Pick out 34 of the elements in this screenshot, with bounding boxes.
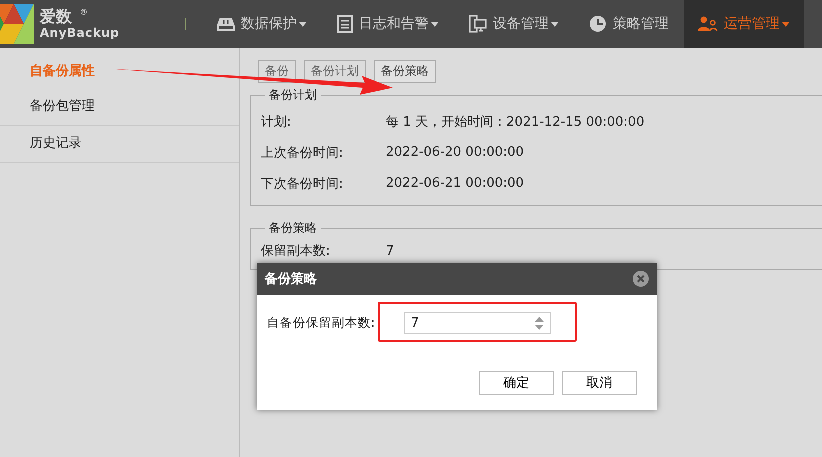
nav-menu-item[interactable]: 数据保护 [202, 0, 322, 48]
logo-name: 爱数 [40, 8, 72, 26]
field-label: 上次备份时间: [261, 144, 344, 162]
field-value: 2022-06-20 00:00:00 [386, 145, 524, 160]
field-label: 下次备份时间: [261, 176, 344, 192]
field-value: 每 1 天，开始时间：2021-12-15 00:00:00 [386, 114, 645, 130]
devices-icon [469, 15, 487, 33]
document-icon [337, 15, 353, 33]
drive-icon [217, 16, 235, 32]
spinner-arrows-icon[interactable] [535, 316, 544, 330]
logo-icon [0, 4, 34, 44]
field-label: 自备份保留副本数: [267, 314, 375, 332]
nav-menu-item[interactable]: 策略管理 [574, 0, 684, 48]
nav-menu-item[interactable]: 运营管理 [684, 0, 804, 48]
field-label: 计划: [261, 114, 292, 130]
sidebar-item[interactable]: 历史记录 [0, 126, 239, 163]
section-title: 备份策略 [268, 220, 318, 237]
pie-chart-icon [589, 15, 607, 33]
dialog-button[interactable]: 确定 [479, 371, 554, 395]
dialog-title: 备份策略 [265, 271, 317, 288]
field-value: 7 [386, 244, 394, 258]
tab[interactable]: 备份策略 [374, 60, 436, 83]
users-icon [698, 16, 718, 32]
field-label: 保留副本数: [261, 243, 332, 260]
dialog-button[interactable]: 取消 [562, 371, 637, 395]
close-icon[interactable] [633, 271, 649, 287]
nav-menu-item[interactable]: 日志和告警 [322, 0, 454, 48]
sidebar-item[interactable]: 备份包管理 [0, 89, 239, 126]
logo-subtitle: AnyBackup [40, 26, 120, 40]
number-input[interactable]: 7 [404, 312, 551, 334]
registered-mark: ® [80, 8, 88, 17]
section-title: 备份计划 [268, 87, 318, 104]
field-value: 2022-06-21 00:00:00 [386, 176, 524, 191]
nav-menu-item[interactable]: 设备管理 [454, 0, 574, 48]
